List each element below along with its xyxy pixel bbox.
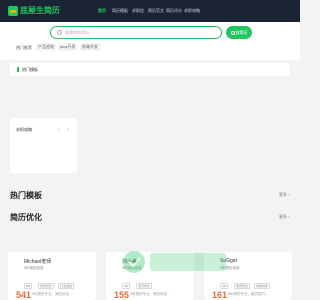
search-icon: [57, 30, 62, 35]
chevron-left-icon[interactable]: ‹: [58, 127, 60, 133]
expert-tag: 简历优化: [234, 283, 251, 289]
hot-tag[interactable]: 产品经理: [36, 43, 56, 51]
section-title: 简历优化: [10, 213, 42, 222]
hot-templates-card: 热门模板: [10, 63, 290, 76]
expert-tag: 求职指导: [254, 283, 271, 289]
watermark-logo: [123, 251, 226, 273]
search-placeholder: 搜索你的简历: [65, 30, 89, 35]
nav-home[interactable]: 首页: [93, 0, 111, 22]
hot-tag[interactable]: java开发: [58, 43, 78, 51]
panel-title: 求职攻略: [16, 127, 32, 132]
expert-tag: 简历优化: [38, 283, 55, 289]
expert-tag: 简历优化: [136, 283, 153, 289]
section-title: 热门模板: [10, 191, 42, 200]
nav-cover-letter[interactable]: 求职信: [129, 0, 147, 22]
search-header: 搜索你的简历 搜简历: [0, 22, 300, 60]
main-nav: 首页 简历模板 求职信 简历范文 简历评分 求职攻略: [93, 0, 201, 22]
expert-tag: HR: [122, 283, 131, 289]
guide-panel: 求职攻略 ‹ ›: [10, 118, 77, 173]
expert-card[interactable]: Michael老师 9年简历经验 HR 简历优化 行业经验 541 9年简历专业…: [8, 252, 96, 300]
top-navbar: 底屋生简历 首页 简历模板 求职信 简历范文 简历评分 求职攻略: [0, 0, 300, 22]
card-title: 热门模板: [22, 67, 38, 72]
nav-templates[interactable]: 简历模板: [111, 0, 129, 22]
hot-search-label: 热门推荐: [16, 45, 32, 50]
expert-tag: 行业经验: [58, 283, 75, 289]
expert-desc: 6年简历专业，面试技巧...: [228, 292, 268, 296]
nav-guide[interactable]: 求职攻略: [183, 0, 201, 22]
expert-count: 161: [212, 290, 228, 300]
logo-icon: [8, 5, 18, 16]
logo-text: 底屋生简历: [20, 6, 60, 15]
expert-count: 541: [16, 290, 32, 300]
section-marker: [17, 67, 19, 72]
hot-tag[interactable]: 前端开发: [80, 43, 100, 51]
site-logo[interactable]: 底屋生简历: [8, 5, 60, 16]
expert-tag: HR: [220, 283, 229, 289]
more-link[interactable]: 更多 ›: [279, 192, 289, 198]
expert-sub: 9年简历经验: [24, 266, 44, 270]
expert-desc: 8年简历专业，简历优化...: [130, 292, 170, 296]
expert-name: Michael老师: [24, 259, 52, 265]
expert-tag: HR: [24, 283, 33, 289]
nav-score[interactable]: 简历评分: [165, 0, 183, 22]
chevron-right-icon[interactable]: ›: [67, 127, 69, 133]
more-link[interactable]: 更多 ›: [279, 214, 289, 220]
search-button[interactable]: 搜简历: [226, 26, 252, 39]
expert-count: 155: [114, 290, 130, 300]
search-button-label: 搜简历: [235, 30, 248, 35]
search-icon: [230, 30, 235, 35]
search-input[interactable]: 搜索你的简历: [50, 26, 222, 39]
expert-desc: 9年简历专业，简历优化...: [32, 292, 72, 296]
nav-samples[interactable]: 简历范文: [147, 0, 165, 22]
